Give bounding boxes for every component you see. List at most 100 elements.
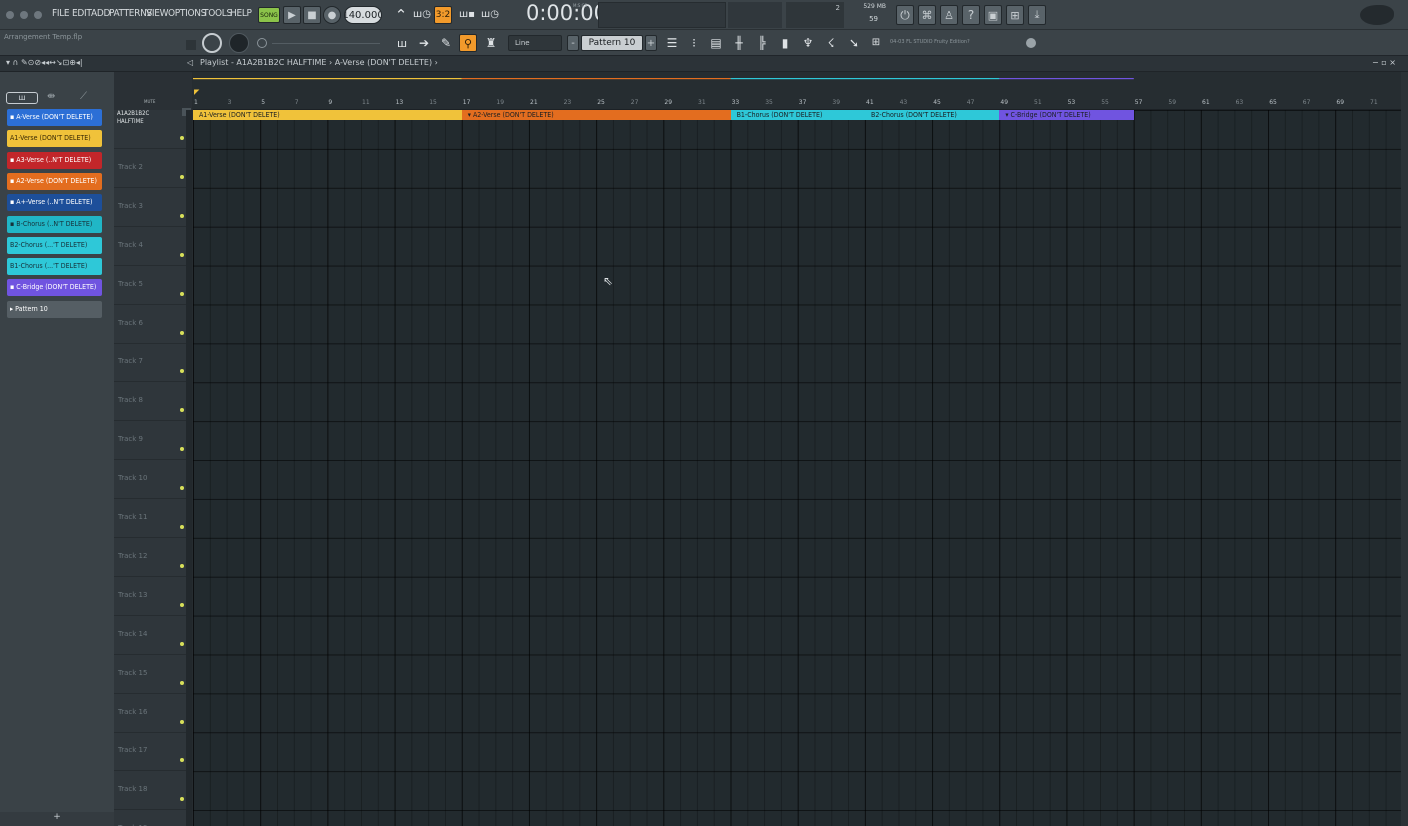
track-mute-led[interactable] [180, 602, 184, 607]
window-controls[interactable]: − ▫ × [1372, 58, 1396, 67]
wait-input-icon[interactable]: ш◷ [413, 6, 431, 24]
playlist-grid[interactable]: ◤ 1 3 5 7 9 11 13 15 17 19 21 23 25 27 29 31 33 35 37 39 41 4… [193, 72, 1401, 826]
track-mute-led[interactable] [180, 369, 184, 374]
loop-record-icon[interactable]: ш◷ [481, 6, 499, 24]
master-pitch-icon[interactable] [257, 38, 267, 48]
track-resize-edge[interactable] [186, 265, 192, 305]
playlist-icon[interactable]: ☰ [663, 34, 681, 52]
pattern-item[interactable]: ▪ A3-Verse (..N'T DELETE) [7, 151, 102, 169]
touch-controller-icon[interactable]: ☇ [822, 34, 840, 52]
track-resize-edge[interactable] [186, 148, 192, 188]
playlist-overview[interactable] [193, 76, 1401, 86]
pattern-clip[interactable]: ▾ C-Bridge (DON'T DELETE) [999, 110, 1134, 120]
track-resize-edge[interactable] [186, 732, 192, 772]
browser-icon[interactable]: ╠ [753, 34, 771, 52]
pattern-item[interactable]: B2-Chorus (...'T DELETE) [7, 236, 102, 254]
menu-view[interactable]: VIEW [146, 8, 168, 19]
tempo-display[interactable]: 140.000 [344, 6, 382, 24]
track-mute-led[interactable] [180, 797, 184, 802]
play-button[interactable]: ▶ [283, 6, 301, 24]
track-mute-led[interactable] [180, 252, 184, 257]
track-header[interactable]: Track 18 [114, 771, 192, 811]
online-icon[interactable] [1026, 38, 1036, 48]
pattern-clip[interactable]: A1-Verse (DON'T DELETE) [193, 110, 462, 120]
track-mute-led[interactable] [180, 447, 184, 452]
arrow-icon[interactable]: ➔ [415, 34, 433, 52]
track-resize-edge[interactable] [186, 499, 192, 538]
track-resize-edge[interactable] [186, 810, 192, 826]
menu-help[interactable]: HELP [230, 8, 252, 19]
track-mute-led[interactable] [180, 174, 184, 179]
pattern-item[interactable]: B1-Chorus (...'T DELETE) [7, 258, 102, 276]
main-volume-knob[interactable] [202, 33, 222, 53]
track-mute-led[interactable] [180, 330, 184, 335]
audio-clips-icon[interactable]: ⇼ [47, 91, 55, 102]
track-header[interactable]: Track 9 [114, 421, 192, 461]
panel-handle[interactable] [186, 40, 196, 50]
menu-options[interactable]: OPTIONS [168, 8, 206, 19]
window-dot[interactable] [20, 11, 28, 19]
menu-file[interactable]: FILE [52, 8, 70, 19]
pattern-clip[interactable]: ▾ A2-Verse (DON'T DELETE) [461, 110, 731, 120]
window-dot[interactable] [6, 11, 14, 19]
pattern-item[interactable]: ▪ C-Bridge (DON'T DELETE) [7, 279, 102, 297]
track-mute-led[interactable] [180, 408, 184, 413]
mixer-icon[interactable]: ╫ [730, 34, 748, 52]
menu-add[interactable]: ADD [91, 8, 110, 19]
track-mute-led[interactable] [180, 758, 184, 763]
step-edit-icon[interactable]: ш▪ [458, 6, 476, 24]
track-mute-led[interactable] [180, 525, 184, 529]
help-button[interactable]: ? [962, 5, 980, 25]
track-header[interactable]: Track 13 [114, 576, 192, 616]
pattern-clip[interactable]: B1-Chorus (DON'T DELETE) [730, 110, 865, 120]
pattern-prev-button[interactable]: - [567, 35, 579, 51]
track-mute-led[interactable] [180, 213, 184, 218]
track-resize-edge[interactable] [186, 576, 192, 616]
piano-roll-icon[interactable]: ш [393, 34, 411, 52]
track-header[interactable]: Track 12 [114, 537, 192, 577]
track-resize-edge[interactable] [186, 110, 192, 149]
window-dot[interactable] [34, 11, 42, 19]
track-header[interactable]: Track 16 [114, 693, 192, 733]
song-mode-toggle[interactable]: SONG [258, 7, 280, 23]
track-header[interactable] [114, 110, 192, 149]
track-resize-edge[interactable] [186, 304, 192, 344]
pencil-icon[interactable]: ✎ [437, 34, 455, 52]
track-header[interactable]: Track 6 [114, 304, 192, 344]
track-resize-edge[interactable] [186, 771, 192, 811]
pattern-item[interactable]: ▪ A-Verse (DON'T DELETE) [7, 109, 102, 126]
time-display[interactable]: 0:00:00 [526, 1, 607, 25]
automation-clips-icon[interactable]: ⟋ [80, 91, 87, 102]
record-audio-button[interactable]: ♙ [940, 5, 958, 25]
track-lanes[interactable] [193, 110, 1401, 826]
track-resize-edge[interactable] [186, 421, 192, 461]
track-header[interactable]: Track 2 [114, 148, 192, 188]
step-sequencer-icon[interactable]: ▤ [707, 34, 725, 52]
cart-icon[interactable]: ⊞ [868, 34, 884, 52]
pattern-item[interactable]: A1-Verse (DON'T DELETE) [7, 130, 102, 148]
track-resize-edge[interactable] [186, 343, 192, 383]
main-pitch-knob[interactable] [229, 33, 249, 53]
patterns-tab[interactable]: ш [6, 92, 38, 104]
track-header[interactable]: Track 5 [114, 265, 192, 305]
plugin-picker-icon[interactable]: ♆ [799, 34, 817, 52]
track-mute-led[interactable] [180, 719, 184, 724]
track-header[interactable]: Track 10 [114, 460, 192, 500]
pattern-item[interactable]: ▪ A2-Verse (DON'T DELETE) [7, 172, 102, 190]
pattern-item[interactable]: ▸ Pattern 10 [7, 300, 102, 318]
menu-tools[interactable]: TOOLS [203, 8, 232, 19]
pattern-next-button[interactable]: + [645, 35, 657, 51]
track-header[interactable]: Track 11 [114, 499, 192, 538]
link-toggle[interactable]: ⚲ [459, 34, 477, 52]
track-mute-led[interactable] [180, 486, 184, 491]
undo-history-button[interactable]: ⏻ [896, 5, 914, 25]
metronome-icon[interactable]: ⌃ [392, 6, 410, 24]
track-header[interactable]: Track 3 [114, 187, 192, 227]
track-resize-edge[interactable] [186, 226, 192, 266]
track-header[interactable]: Track 4 [114, 226, 192, 266]
record-button[interactable]: ● [323, 6, 341, 24]
plugin-database-icon[interactable]: ▮ [776, 34, 794, 52]
pattern-clip[interactable]: B2-Chorus (DON'T DELETE) [865, 110, 1000, 120]
track-header[interactable]: Track 15 [114, 654, 192, 694]
stop-button[interactable]: ■ [303, 6, 321, 24]
